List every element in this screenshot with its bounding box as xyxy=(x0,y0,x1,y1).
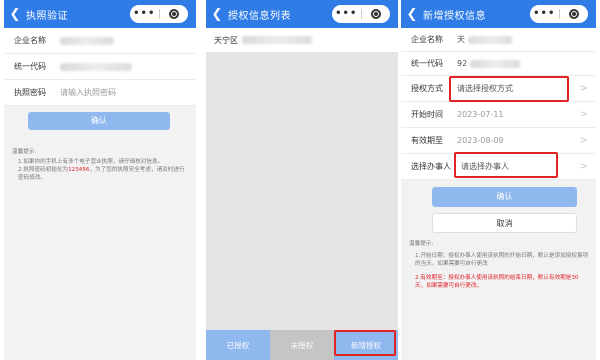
select-agent-row[interactable]: 选择办事人 请选择办事人 > xyxy=(401,154,596,180)
unified-code-value-redacted xyxy=(60,62,132,71)
bottom-tabbar: 已授权 未授权 新增授权 xyxy=(206,330,398,360)
page-title: 授权信息列表 xyxy=(228,10,291,22)
select-agent-label: 选择办事人 xyxy=(411,162,451,171)
unified-code-value: 92 xyxy=(457,59,468,68)
miniprogram-capsule: ••• xyxy=(530,5,588,23)
tips-block: 温馨提示: 1.开始日期：授权办事人使用该执照的开始日期，默认是添加授权事项的当… xyxy=(409,240,589,290)
company-name-value: 天 xyxy=(457,35,465,44)
license-form: 企业名称 统一代码 执照密码 请输入执照密码 xyxy=(4,28,196,106)
tab-authorized[interactable]: 已授权 xyxy=(206,330,270,360)
license-verify-screen: ❮ 执照验证 ••• 企业名称 统一代码 执照密码 请输入执照密码 确认 温馨提… xyxy=(4,0,196,360)
close-miniprogram-icon[interactable] xyxy=(362,9,391,19)
start-time-label: 开始时间 xyxy=(411,110,443,119)
confirm-button[interactable]: 确认 xyxy=(28,112,170,130)
tip-1: 1.如果你的手机上有多个电子营业执照，请仔细核对信息。 xyxy=(18,159,164,165)
auth-method-select[interactable]: 请选择授权方式 xyxy=(457,83,513,94)
valid-until-label: 有效期至 xyxy=(411,136,443,145)
chevron-right-icon: > xyxy=(579,109,588,120)
chevron-right-icon: > xyxy=(579,83,588,94)
confirm-button[interactable]: 确认 xyxy=(432,187,577,207)
start-time-row[interactable]: 开始时间 2023-07-11 > xyxy=(401,102,596,128)
chevron-right-icon: > xyxy=(579,135,588,146)
tip-1: 1.开始日期：授权办事人使用该执照的开始日期，默认是添加授权事项的当天，如果需要… xyxy=(415,253,589,267)
more-icon[interactable]: ••• xyxy=(332,5,361,23)
miniprogram-capsule: ••• xyxy=(130,5,188,23)
close-miniprogram-icon[interactable] xyxy=(160,9,189,19)
page-title: 执照验证 xyxy=(26,10,68,22)
back-icon[interactable]: ❮ xyxy=(206,7,228,22)
tips-block: 温馨提示: 1.如果你的手机上有多个电子营业执照，请仔细核对信息。 2.执照密码… xyxy=(12,148,188,182)
valid-until-value[interactable]: 2023-08-09 xyxy=(457,136,504,145)
tip-2-pre: 2.执照密码初始化为 xyxy=(18,167,69,173)
cancel-button[interactable]: 取消 xyxy=(432,213,577,233)
navbar: ❮ 新增授权信息 ••• xyxy=(401,0,596,28)
navbar: ❮ 执照验证 ••• xyxy=(4,0,196,28)
unified-code-row: 统一代码 92 xyxy=(401,52,596,76)
tips-title: 温馨提示: xyxy=(409,241,434,247)
chevron-right-icon: > xyxy=(579,161,588,172)
more-icon[interactable]: ••• xyxy=(530,5,559,23)
company-name-redacted xyxy=(468,35,512,44)
miniprogram-capsule: ••• xyxy=(332,5,390,23)
navbar: ❮ 授权信息列表 ••• xyxy=(206,0,398,28)
license-password-label: 执照密码 xyxy=(14,88,46,97)
tab-unauthorized[interactable]: 未授权 xyxy=(270,330,334,360)
unified-code-row: 统一代码 xyxy=(4,54,196,80)
back-icon[interactable]: ❮ xyxy=(401,7,423,22)
page-title: 新增授权信息 xyxy=(423,10,486,22)
company-name-label: 企业名称 xyxy=(14,36,46,45)
close-miniprogram-icon[interactable] xyxy=(560,9,589,19)
unified-code-label: 统一代码 xyxy=(411,59,443,68)
company-name-row: 企业名称 天 xyxy=(401,28,596,52)
list-item[interactable]: 天宁区 xyxy=(206,28,398,52)
new-authorization-screen: ❮ 新增授权信息 ••• 企业名称 天 统一代码 92 授权方式 请选择授权方式… xyxy=(401,0,596,360)
authorization-form: 企业名称 天 统一代码 92 授权方式 请选择授权方式 > 开始时间 2023-… xyxy=(401,28,596,180)
authorization-list-screen: ❮ 授权信息列表 ••• 天宁区 已授权 未授权 新增授权 xyxy=(206,0,398,360)
company-name-value-redacted xyxy=(60,36,114,45)
select-agent-select[interactable]: 请选择办事人 xyxy=(461,161,509,172)
company-name-row: 企业名称 xyxy=(4,28,196,54)
tip-2: 2.执照密码初始化为123456，为了您的执照安全考虑，请及时进行密码修改。 xyxy=(12,166,188,182)
valid-until-row[interactable]: 有效期至 2023-08-09 > xyxy=(401,128,596,154)
list-item-name-redacted xyxy=(242,36,312,44)
start-time-value[interactable]: 2023-07-11 xyxy=(457,110,504,119)
tip-2-code: 123456 xyxy=(68,167,90,173)
auth-method-row[interactable]: 授权方式 请选择授权方式 > xyxy=(401,76,596,102)
license-password-input[interactable]: 请输入执照密码 xyxy=(60,87,116,98)
license-password-row: 执照密码 请输入执照密码 xyxy=(4,80,196,106)
tab-add-authorization[interactable]: 新增授权 xyxy=(334,330,398,360)
back-icon[interactable]: ❮ xyxy=(4,7,26,22)
tips-title: 温馨提示: xyxy=(12,149,37,155)
auth-method-label: 授权方式 xyxy=(411,84,443,93)
unified-code-redacted xyxy=(470,59,521,68)
tip-2: 2.有效期至：授权办事人使用该执照的结束日期，默认有效期是30天，如果需要可自行… xyxy=(415,275,579,289)
company-name-label: 企业名称 xyxy=(411,35,443,44)
more-icon[interactable]: ••• xyxy=(130,5,159,23)
list-item-prefix: 天宁区 xyxy=(214,35,238,45)
unified-code-label: 统一代码 xyxy=(14,62,46,71)
